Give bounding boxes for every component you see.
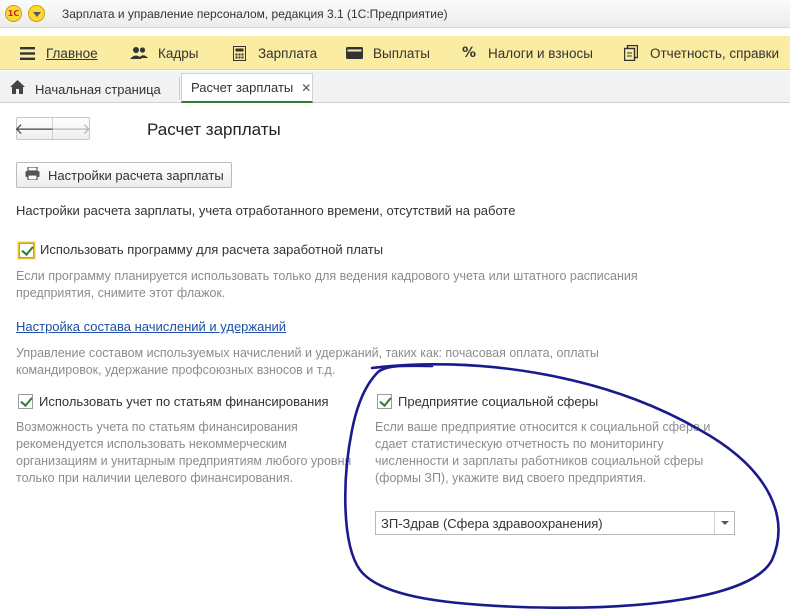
hamburger-icon (18, 44, 36, 62)
accruals-hint-line-1: Управление составом используемых начисле… (16, 346, 599, 360)
financing-label: Использовать учет по статьям финансирова… (39, 394, 329, 409)
section-salary-label: Зарплата (258, 45, 318, 61)
financing-hint-line-4: только при наличии целевого финансирован… (16, 471, 294, 485)
social-sphere-checkbox[interactable] (377, 394, 392, 409)
tab-separator (179, 77, 180, 99)
section-salary[interactable]: Зарплата (230, 36, 317, 70)
use-program-hint-line-1: Если программу планируется использовать … (16, 269, 638, 283)
financing-hint-line-3: организациям и унитарным предприятиям лю… (16, 454, 352, 468)
window-titlebar: 1С Зарплата и управление персоналом, ред… (0, 0, 790, 28)
section-main[interactable]: Главное (18, 36, 98, 70)
salary-settings-button[interactable]: Настройки расчета зарплаты (16, 162, 232, 188)
financing-checkbox[interactable] (18, 394, 33, 409)
tab-salary-calculation[interactable]: Расчет зарплаты ✕ (181, 73, 313, 103)
window-title: Зарплата и управление персоналом, редакц… (62, 7, 448, 21)
financing-hint-line-2: рекомендуется использовать некоммерчески… (16, 437, 287, 451)
financing-hint-line-1: Возможность учета по статьям финансирова… (16, 420, 298, 434)
social-sphere-hint-line-1: Если ваше предприятие относится к социал… (375, 420, 711, 434)
use-program-hint-line-2: предприятия, снимите этот флажок. (16, 286, 226, 300)
section-payments-label: Выплаты (373, 45, 430, 61)
tab-home-page[interactable]: Начальная страница (10, 75, 161, 103)
social-sphere-label: Предприятие социальной сферы (398, 394, 599, 409)
social-sphere-hint-line-3: численности и зарплаты работников социал… (375, 454, 704, 468)
section-hr[interactable]: Кадры (130, 36, 198, 70)
social-sphere-hint-line-2: сдает статистическую отчетность по монит… (375, 437, 664, 451)
app-logo[interactable]: 1С (5, 5, 22, 22)
close-icon[interactable]: ✕ (301, 81, 311, 95)
tab-salary-calculation-label: Расчет зарплаты (191, 80, 294, 95)
accruals-settings-link[interactable]: Настройка состава начислений и удержаний (16, 319, 286, 334)
printer-icon (25, 165, 40, 184)
forward-arrow-icon[interactable]: 🡒 (51, 118, 91, 139)
back-arrow-icon[interactable]: 🡐 (14, 118, 55, 139)
section-reports-label: Отчетность, справки (650, 45, 780, 61)
social-sphere-hint-line-4: (формы ЗП), укажите вид своего предприят… (375, 471, 647, 485)
wallet-icon (345, 44, 363, 62)
section-hr-label: Кадры (158, 45, 199, 61)
navigation-buttons: 🡐 🡒 (14, 117, 91, 140)
section-taxes-label: Налоги и взносы (488, 45, 593, 61)
settings-group-label: Настройки расчета зарплаты, учета отрабо… (16, 203, 516, 218)
calculator-icon (230, 44, 248, 62)
section-reports[interactable]: Отчетность, справки (622, 36, 779, 70)
home-icon (10, 80, 25, 98)
section-taxes[interactable]: % Налоги и взносы (460, 36, 593, 70)
enterprise-type-value: ЗП-Здрав (Сфера здравоохранения) (381, 515, 603, 531)
section-payments[interactable]: Выплаты (345, 36, 430, 70)
users-icon (130, 44, 148, 62)
use-program-checkbox[interactable] (19, 243, 34, 258)
form-title: Расчет зарплаты (147, 120, 281, 139)
percent-icon: % (461, 45, 477, 61)
sections-panel: Главное Кадры Зарплата Выплаты % Налоги … (0, 36, 790, 70)
main-menu-dropdown-button[interactable] (28, 5, 45, 22)
use-program-label: Использовать программу для расчета зараб… (40, 242, 384, 257)
tab-home-label: Начальная страница (35, 81, 161, 97)
accruals-hint-line-2: командировок, удержание профсоюзных взно… (16, 363, 336, 377)
salary-settings-button-label: Настройки расчета зарплаты (48, 167, 224, 183)
open-windows-tabs: Начальная страница Расчет зарплаты ✕ (0, 71, 790, 103)
enterprise-type-select[interactable]: ЗП-Здрав (Сфера здравоохранения) (375, 511, 735, 535)
chevron-down-icon[interactable] (714, 512, 734, 534)
documents-icon (622, 44, 640, 62)
section-main-label: Главное (46, 45, 98, 61)
